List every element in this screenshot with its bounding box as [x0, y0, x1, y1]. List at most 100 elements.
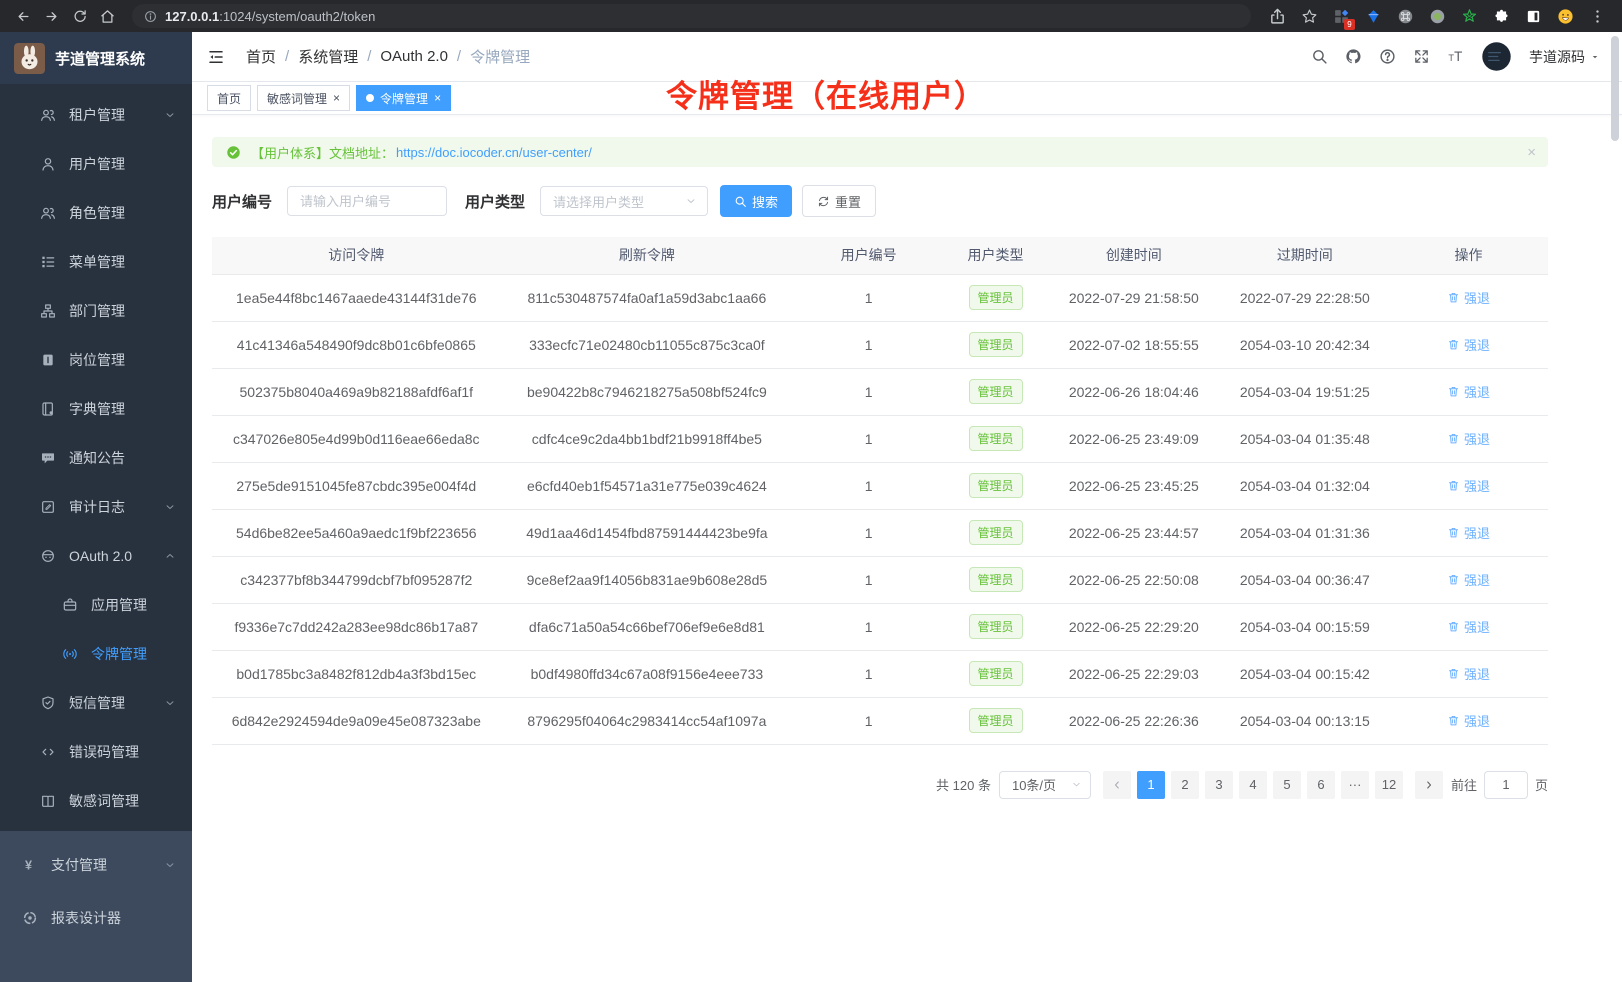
chevron-down-icon [164, 697, 176, 709]
sidebar-item-code[interactable]: 错误码管理 [0, 727, 192, 776]
extension-gem-button[interactable] [1365, 8, 1382, 25]
sidebar-item-broadcast[interactable]: 令牌管理 [0, 629, 192, 678]
page-button-5[interactable]: 5 [1273, 771, 1301, 799]
prev-page-button[interactable] [1103, 771, 1131, 799]
sidebar-item-label: 岗位管理 [69, 350, 125, 370]
sidebar-item-message[interactable]: 通知公告 [0, 433, 192, 482]
sidebar-item-chart-ring[interactable]: 报表设计器 [0, 891, 192, 944]
sidebar-item-org-chart[interactable]: 部门管理 [0, 286, 192, 335]
column-header: 访问令牌 [212, 237, 501, 274]
force-logout-button[interactable]: 强退 [1447, 711, 1490, 730]
green-star-icon [1461, 8, 1478, 25]
created-time-cell: 2022-06-25 22:26:36 [1047, 697, 1221, 744]
sidebar-item-open-book[interactable]: 敏感词管理 [0, 776, 192, 825]
sidebar-item-briefcase[interactable]: 应用管理 [0, 580, 192, 629]
user-menu[interactable]: 芋道源码 [1529, 47, 1600, 67]
page-button-2[interactable]: 2 [1171, 771, 1199, 799]
scrollbar-thumb[interactable] [1611, 36, 1619, 141]
font-size-icon[interactable]: TT [1447, 48, 1464, 65]
force-logout-button[interactable]: 强退 [1447, 570, 1490, 589]
force-logout-button[interactable]: 强退 [1447, 429, 1490, 448]
svg-text:¥: ¥ [25, 858, 32, 872]
extension-record-button[interactable] [1429, 8, 1446, 25]
extension-grid-button[interactable]: 9 [1333, 8, 1350, 25]
search-button-label: 搜索 [752, 192, 778, 211]
app-title: 芋道管理系统 [55, 48, 145, 69]
sidebar-item-shield-check[interactable]: 短信管理 [0, 678, 192, 727]
address-bar[interactable]: 127.0.0.1:1024/system/oauth2/token [132, 4, 1251, 28]
tab-groups-button[interactable] [1525, 8, 1542, 25]
reset-button[interactable]: 重置 [802, 185, 876, 217]
extension-star-button[interactable] [1461, 8, 1478, 25]
sidebar-collapse-button[interactable] [192, 32, 240, 82]
tab-首页[interactable]: 首页 [207, 85, 251, 111]
browser-reload-button[interactable] [66, 3, 92, 29]
search-button[interactable]: 搜索 [720, 185, 792, 217]
sidebar-item-yen[interactable]: ¥支付管理 [0, 838, 192, 891]
breadcrumb-item[interactable]: OAuth 2.0 [380, 48, 448, 65]
sidebar-item-book[interactable]: 字典管理 [0, 384, 192, 433]
force-logout-button[interactable]: 强退 [1447, 476, 1490, 495]
force-logout-button[interactable]: 强退 [1447, 288, 1490, 307]
alert-close-icon[interactable]: × [1527, 144, 1536, 161]
profile-avatar-button[interactable] [1557, 8, 1574, 25]
sidebar-item-label: 应用管理 [91, 595, 147, 615]
help-icon[interactable] [1379, 48, 1396, 65]
created-time-cell: 2022-07-29 21:58:50 [1047, 274, 1221, 321]
book-icon [40, 401, 56, 417]
fullscreen-icon[interactable] [1413, 48, 1430, 65]
chevron-up-icon [164, 550, 176, 562]
bookmark-button[interactable] [1301, 8, 1318, 25]
tab-令牌管理[interactable]: 令牌管理× [356, 85, 451, 111]
sidebar-item-id-badge[interactable]: 岗位管理 [0, 335, 192, 384]
close-icon[interactable]: × [434, 92, 441, 104]
gem-icon [1365, 8, 1382, 25]
tab-敏感词管理[interactable]: 敏感词管理× [257, 85, 350, 111]
app-logo[interactable]: 芋道管理系统 [0, 32, 192, 84]
browser-forward-button[interactable] [38, 3, 64, 29]
goto-page-input[interactable] [1484, 771, 1528, 799]
force-logout-button[interactable]: 强退 [1447, 523, 1490, 542]
doc-link[interactable]: https://doc.iocoder.cn/user-center/ [396, 145, 592, 160]
more-pages-button[interactable]: ··· [1341, 771, 1369, 799]
force-logout-button[interactable]: 强退 [1447, 335, 1490, 354]
sidebar-item-robot[interactable]: OAuth 2.0 [0, 531, 192, 580]
breadcrumb-item[interactable]: 首页 [246, 46, 276, 67]
extensions-puzzle-button[interactable] [1493, 8, 1510, 25]
force-logout-button[interactable]: 强退 [1447, 664, 1490, 683]
sidebar-item-user-group[interactable]: 角色管理 [0, 188, 192, 237]
extension-command-button[interactable] [1397, 8, 1414, 25]
user-id-input[interactable] [287, 186, 447, 216]
browser-menu-button[interactable] [1589, 8, 1606, 25]
page-button-1[interactable]: 1 [1137, 771, 1165, 799]
sidebar-bottom: ¥支付管理报表设计器 [0, 831, 192, 944]
sidebar-item-user[interactable]: 用户管理 [0, 139, 192, 188]
page-size-select[interactable]: 10条/页 [999, 771, 1091, 799]
force-logout-button[interactable]: 强退 [1447, 382, 1490, 401]
sidebar-item-tree-list[interactable]: 菜单管理 [0, 237, 192, 286]
expire-time-cell: 2054-03-04 19:51:25 [1221, 368, 1389, 415]
breadcrumb-item[interactable]: 系统管理 [298, 46, 358, 67]
force-logout-button[interactable]: 强退 [1447, 617, 1490, 636]
sidebar-item-label: 角色管理 [69, 203, 125, 223]
smiley-avatar-icon [1557, 8, 1574, 25]
page-button-3[interactable]: 3 [1205, 771, 1233, 799]
sidebar-item-users[interactable]: 租户管理 [0, 90, 192, 139]
table-row: 275e5de9151045fe87cbdc395e004f4de6cfd40e… [212, 462, 1548, 509]
share-button[interactable] [1269, 8, 1286, 25]
user-avatar[interactable] [1481, 41, 1512, 72]
chevron-down-icon [685, 195, 697, 207]
sidebar-item-edit-note[interactable]: 审计日志 [0, 482, 192, 531]
browser-back-button[interactable] [10, 3, 36, 29]
page-button-6[interactable]: 6 [1307, 771, 1335, 799]
search-icon[interactable] [1311, 48, 1328, 65]
next-page-button[interactable] [1415, 771, 1443, 799]
expire-time-cell: 2054-03-04 00:15:59 [1221, 603, 1389, 650]
page-button-4[interactable]: 4 [1239, 771, 1267, 799]
browser-home-button[interactable] [94, 3, 120, 29]
close-icon[interactable]: × [333, 92, 340, 104]
github-icon[interactable] [1345, 48, 1362, 65]
page-button-12[interactable]: 12 [1375, 771, 1403, 799]
site-info-icon[interactable] [144, 10, 157, 23]
user-type-select[interactable]: 请选择用户类型 [540, 186, 708, 216]
